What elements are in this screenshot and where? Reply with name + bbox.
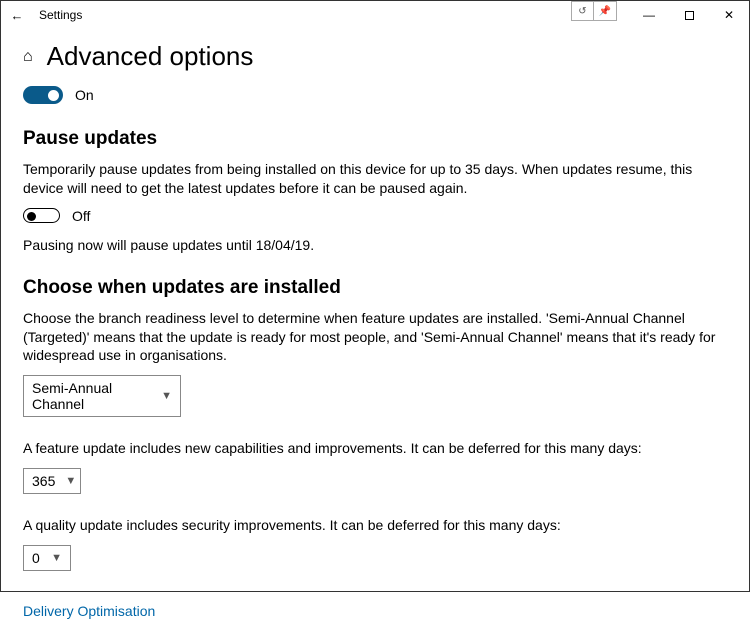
content-area: ⌂ Advanced options On Pause updates Temp… [1,29,749,621]
pause-heading: Pause updates [23,128,727,150]
pause-toggle-label: Off [72,208,90,224]
minimize-button[interactable]: — [629,1,669,29]
main-toggle[interactable] [23,86,63,104]
window-controls: — ✕ [629,1,749,29]
branch-select[interactable]: Semi-Annual Channel ▼ [23,375,181,417]
pause-status: Pausing now will pause updates until 18/… [23,236,727,255]
chevron-down-icon: ▼ [65,475,76,487]
toolbar-extras: ↺ 📌 [571,1,617,21]
chevron-down-icon: ▼ [51,552,62,564]
chevron-down-icon: ▼ [161,390,172,402]
quality-defer-label: A quality update includes security impro… [23,516,727,535]
feature-defer-value: 365 [32,473,55,489]
branch-heading: Choose when updates are installed [23,277,727,299]
main-toggle-label: On [75,87,94,103]
maximize-button[interactable] [669,1,709,29]
pause-description: Temporarily pause updates from being ins… [23,160,727,198]
branch-description: Choose the branch readiness level to det… [23,309,727,366]
back-icon[interactable]: ← [9,8,25,23]
window-title: Settings [39,8,82,22]
titlebar: ← Settings ↺ 📌 — ✕ [1,1,749,29]
feature-defer-select[interactable]: 365 ▼ [23,468,81,494]
page-title: Advanced options [47,41,254,72]
close-button[interactable]: ✕ [709,1,749,29]
quality-defer-select[interactable]: 0 ▼ [23,545,71,571]
toolbar-extra-a-icon[interactable]: ↺ [572,2,594,20]
page-header: ⌂ Advanced options [23,41,727,72]
pause-toggle-row: Off [23,208,727,224]
pause-toggle[interactable] [23,208,60,223]
quality-defer-value: 0 [32,550,40,566]
feature-defer-label: A feature update includes new capabiliti… [23,439,727,458]
main-toggle-row: On [23,86,727,104]
branch-select-value: Semi-Annual Channel [32,380,151,412]
home-icon[interactable]: ⌂ [23,48,33,66]
delivery-optimisation-link[interactable]: Delivery Optimisation [23,603,155,619]
toolbar-extra-b-icon[interactable]: 📌 [594,2,616,20]
